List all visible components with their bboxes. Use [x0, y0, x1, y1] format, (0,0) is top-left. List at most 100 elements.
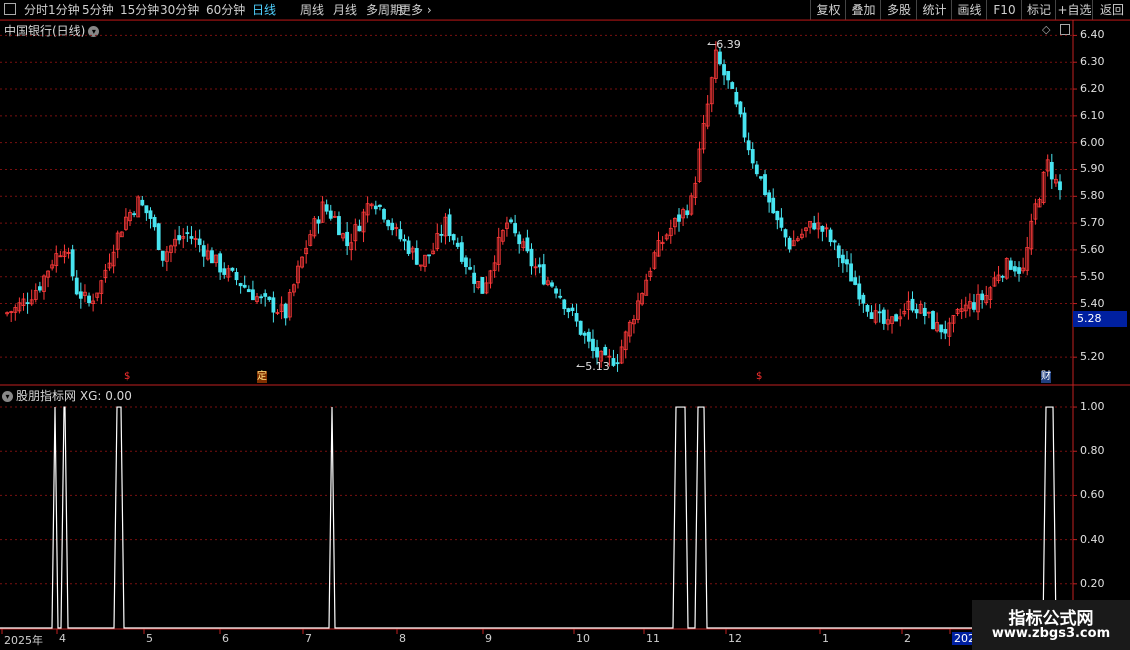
- candle-body: [660, 241, 665, 245]
- toolbar-button-2[interactable]: 多股: [880, 0, 917, 20]
- candle-body: [99, 280, 104, 294]
- tab-period-1[interactable]: 1分钟: [48, 0, 80, 20]
- tab-period-0[interactable]: 分时: [24, 0, 48, 20]
- toolbar-button-1[interactable]: 叠加: [845, 0, 881, 20]
- y-tick-label: 6.20: [1080, 82, 1105, 96]
- candle-body: [607, 355, 612, 358]
- y-tick-label: 6.40: [1080, 28, 1105, 42]
- candle-body: [402, 239, 407, 242]
- candle-body: [824, 227, 829, 230]
- indicator-dropdown-icon[interactable]: ▾: [2, 391, 13, 402]
- candle-body: [529, 248, 534, 267]
- x-tick-label: 2025年: [4, 634, 43, 647]
- toolbar-button-6[interactable]: 标记: [1021, 0, 1056, 20]
- candle-body: [967, 301, 972, 309]
- y-tick-label: 5.20: [1080, 350, 1105, 364]
- candle-body: [693, 182, 698, 198]
- candle-body: [726, 71, 731, 81]
- candle-body: [722, 64, 726, 76]
- dropdown-circle-icon[interactable]: ▾: [88, 26, 100, 37]
- x-tick-label: 6: [222, 632, 229, 645]
- candle-body: [300, 256, 304, 268]
- candle-body: [972, 302, 976, 310]
- candle-body: [734, 91, 739, 105]
- candle-body: [234, 272, 239, 281]
- candle-body: [992, 277, 997, 287]
- candle-body: [1049, 161, 1054, 180]
- candle-body: [423, 254, 427, 267]
- candle-body: [914, 309, 919, 314]
- event-marker[interactable]: 定: [257, 371, 267, 383]
- event-marker[interactable]: $: [124, 371, 130, 383]
- candle-body: [185, 232, 190, 235]
- x-tick-label: 10: [576, 632, 590, 645]
- candle-body: [443, 216, 448, 237]
- candle-body: [291, 284, 296, 293]
- high-annotation: ↼6.39: [707, 38, 741, 51]
- candle-body: [902, 310, 907, 315]
- candle-body: [25, 302, 30, 305]
- tab-period-5[interactable]: 60分钟: [206, 0, 245, 20]
- toolbar-button-3[interactable]: 统计: [916, 0, 952, 20]
- tab-period-3[interactable]: 15分钟: [120, 0, 159, 20]
- candle-body: [541, 264, 546, 285]
- toolbar-button-4[interactable]: 画线: [951, 0, 987, 20]
- candle-body: [58, 255, 63, 258]
- candle-body: [574, 313, 579, 322]
- candle-body: [365, 203, 370, 216]
- candle-body: [205, 250, 210, 260]
- candle-body: [685, 210, 690, 216]
- chart-canvas[interactable]: [0, 0, 1130, 650]
- candle-body: [484, 282, 489, 294]
- candle-body: [1058, 181, 1062, 191]
- candle-body: [337, 216, 341, 236]
- panel-toggle-icon[interactable]: [1060, 24, 1070, 35]
- event-marker[interactable]: 财: [1041, 371, 1051, 383]
- candle-body: [976, 293, 980, 313]
- candle-body: [1045, 159, 1050, 172]
- tab-period-4[interactable]: 30分钟: [160, 0, 199, 20]
- toolbar-button-7[interactable]: +自选: [1055, 0, 1093, 20]
- candle-body: [230, 267, 235, 271]
- x-tick-label: 4: [59, 632, 66, 645]
- candle-body: [767, 192, 772, 203]
- candle-body: [996, 274, 1001, 281]
- toolbar-button-5[interactable]: F10: [986, 0, 1022, 20]
- candle-body: [820, 225, 825, 232]
- candle-body: [505, 222, 509, 229]
- candle-body: [427, 254, 431, 257]
- candle-body: [255, 296, 259, 302]
- diamond-icon[interactable]: ◇: [1042, 23, 1050, 36]
- candle-body: [668, 227, 673, 237]
- toolbar-button-0[interactable]: 复权: [810, 0, 846, 20]
- candle-body: [353, 224, 358, 242]
- candle-body: [705, 103, 710, 127]
- candle-body: [50, 264, 55, 269]
- candle-body: [713, 49, 718, 79]
- candle-body: [271, 297, 276, 313]
- window-icon[interactable]: [4, 3, 16, 15]
- tab-period-6[interactable]: 日线: [252, 0, 276, 20]
- tab-period-2[interactable]: 5分钟: [82, 0, 114, 20]
- candle-body: [275, 312, 280, 314]
- indicator-panel-title: ▾ 股朋指标网 XG: 0.00: [2, 387, 132, 404]
- candle-body: [431, 250, 436, 255]
- tab-period-9[interactable]: 多周期: [366, 0, 402, 20]
- main-panel-title: 中国银行(日线) ▾: [4, 22, 100, 39]
- candle-body: [1029, 220, 1034, 250]
- candle-body: [799, 233, 804, 238]
- indicator-value: XG: 0.00: [79, 389, 132, 403]
- candle-body: [873, 310, 878, 323]
- event-marker[interactable]: $: [756, 371, 762, 383]
- tab-period-10[interactable]: 更多 ›: [399, 0, 432, 20]
- candle-body: [922, 307, 927, 316]
- candle-body: [906, 300, 911, 310]
- toolbar-button-8[interactable]: 返回: [1092, 0, 1130, 20]
- candle-body: [447, 214, 452, 236]
- x-tick-label: 12: [728, 632, 742, 645]
- y-tick-label: 6.10: [1080, 108, 1105, 122]
- candle-body: [500, 230, 505, 242]
- tab-period-8[interactable]: 月线: [333, 0, 357, 20]
- tab-period-7[interactable]: 周线: [300, 0, 324, 20]
- indicator-y-tick-label: 0.20: [1080, 576, 1105, 590]
